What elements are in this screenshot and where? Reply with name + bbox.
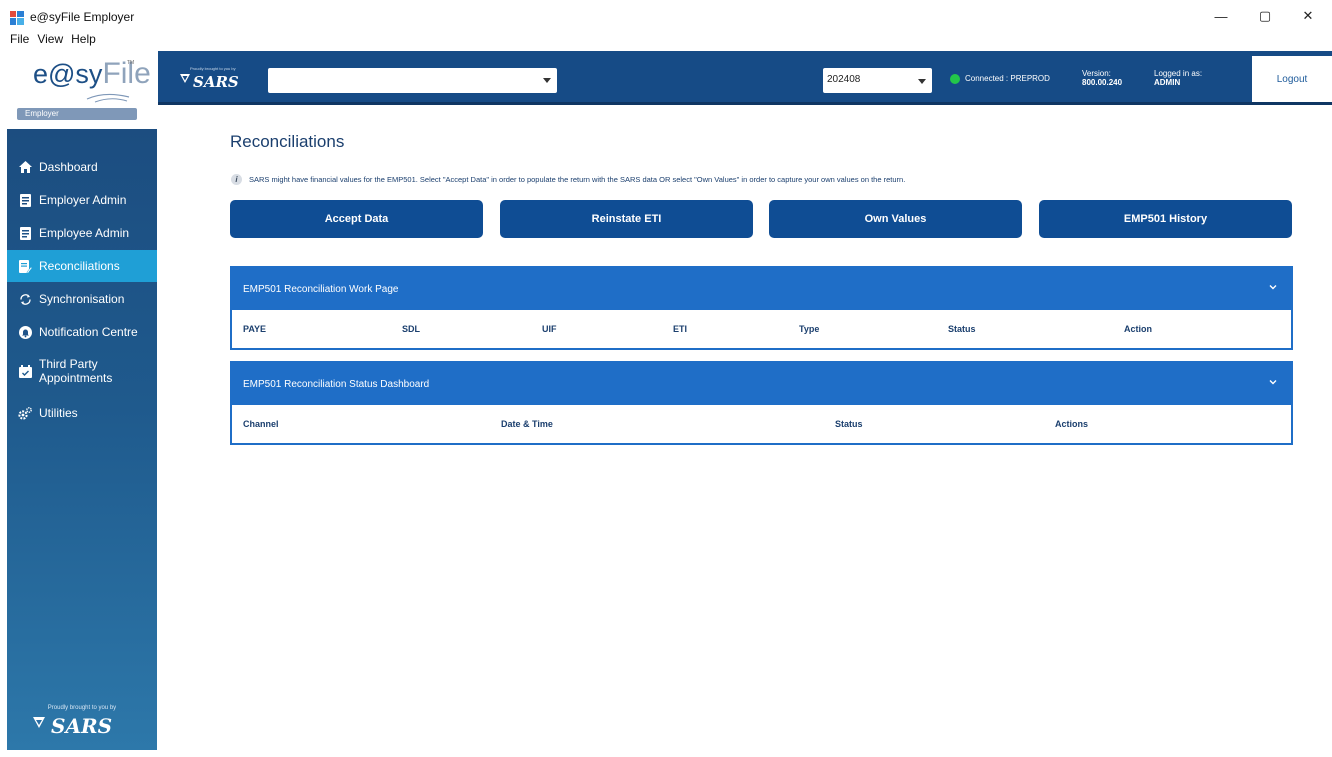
window-title: e@syFile Employer <box>30 10 135 24</box>
accept-data-button[interactable]: Accept Data <box>230 200 483 238</box>
close-button[interactable]: ✕ <box>1290 4 1326 28</box>
column-header-channel: Channel <box>243 419 279 429</box>
info-text: SARS might have financial values for the… <box>249 174 906 184</box>
sidebar-item-third-party-appointments[interactable]: Third Party Appointments <box>7 351 157 391</box>
logo-prefix: e@sy <box>33 59 103 89</box>
emp501-history-button[interactable]: EMP501 History <box>1039 200 1292 238</box>
menu-view[interactable]: View <box>37 32 71 50</box>
sidebar-item-label: Reconciliations <box>39 259 120 273</box>
sidebar-item-notification-centre[interactable]: Notification Centre <box>7 316 157 348</box>
column-header-action: Action <box>1124 324 1152 334</box>
period-select-value: 202408 <box>827 74 861 85</box>
status-dashboard-panel: EMP501 Reconciliation Status Dashboard C… <box>230 361 1293 445</box>
sidebar-item-label: Third Party Appointments <box>39 357 112 385</box>
maximize-button[interactable]: ▢ <box>1247 4 1283 28</box>
sidebar-item-utilities[interactable]: Utilities <box>7 397 157 429</box>
logged-in-label: Logged in as: <box>1154 69 1203 78</box>
info-message: i SARS might have financial values for t… <box>231 173 905 185</box>
work-page-columns: PAYE SDL UIF ETI Type Status Action <box>232 310 1291 348</box>
title-bar: e@syFile Employer — ▢ ✕ <box>0 0 1332 32</box>
chevron-down-icon <box>918 79 926 84</box>
info-icon: i <box>231 173 242 185</box>
sidebar-item-label: Notification Centre <box>39 325 138 339</box>
logo-tm: TM <box>127 60 135 66</box>
column-header-eti: ETI <box>673 324 688 334</box>
logo-swoosh-icon <box>86 93 130 103</box>
sidebar-item-employer-admin[interactable]: Employer Admin <box>7 184 157 216</box>
document-edit-icon <box>18 259 32 273</box>
sidebar-item-label-line1: Third Party <box>39 357 98 371</box>
version-label: Version: <box>1082 69 1111 78</box>
sidebar-item-label: Utilities <box>39 406 78 420</box>
status-dashboard-columns: Channel Date & Time Status Actions <box>232 405 1291 443</box>
sidebar-item-label: Dashboard <box>39 160 98 174</box>
gears-icon <box>18 406 32 420</box>
column-header-type: Type <box>799 324 820 334</box>
svg-text:SARS: SARS <box>51 714 112 738</box>
column-header-status: Status <box>835 419 863 429</box>
page-title: Reconciliations <box>230 132 345 151</box>
column-header-status: Status <box>948 324 976 334</box>
sidebar-item-label: Employee Admin <box>39 226 130 240</box>
home-icon <box>18 160 32 174</box>
column-header-sdl: SDL <box>402 324 420 334</box>
logout-button[interactable]: Logout <box>1252 56 1332 102</box>
period-select[interactable]: 202408 <box>823 68 932 93</box>
work-page-title: EMP501 Reconciliation Work Page <box>243 283 399 295</box>
sync-icon <box>18 292 32 306</box>
sidebar-item-synchronisation[interactable]: Synchronisation <box>7 283 157 315</box>
sidebar: Dashboard Employer Admin Employee Admin … <box>7 129 157 750</box>
sidebar-item-label: Synchronisation <box>39 292 125 306</box>
calendar-check-icon <box>18 364 32 378</box>
sars-logo: SARS <box>33 714 112 738</box>
bell-icon <box>18 325 32 339</box>
reinstate-eti-button[interactable]: Reinstate ETI <box>500 200 753 238</box>
column-header-date-time: Date & Time <box>501 419 553 429</box>
svg-text:SARS: SARS <box>193 73 239 91</box>
version-value: 800.00.240 <box>1082 78 1123 87</box>
logo-area: e@syFile TM Employer <box>7 51 157 129</box>
employer-select[interactable] <box>268 68 557 93</box>
sidebar-item-dashboard[interactable]: Dashboard <box>7 151 157 183</box>
sidebar-item-employee-admin[interactable]: Employee Admin <box>7 217 157 249</box>
sidebar-footer-text: Proudly brought to you by <box>47 705 117 711</box>
sidebar-item-reconciliations[interactable]: Reconciliations <box>7 250 157 282</box>
sars-header-logo: SARS <box>180 73 239 91</box>
chevron-down-icon <box>1269 380 1277 385</box>
menu-file[interactable]: File <box>10 32 37 50</box>
column-header-uif: UIF <box>542 324 557 334</box>
column-header-actions: Actions <box>1055 419 1089 429</box>
menu-bar: File View Help <box>0 32 104 50</box>
app-icon <box>10 11 24 25</box>
logged-in-user: ADMIN <box>1154 78 1181 87</box>
work-page-panel-header[interactable]: EMP501 Reconciliation Work Page <box>232 268 1291 310</box>
sidebar-item-label: Employer Admin <box>39 193 127 207</box>
connection-status-icon <box>950 74 960 84</box>
minimize-button[interactable]: — <box>1203 4 1239 28</box>
menu-help[interactable]: Help <box>71 32 104 50</box>
chevron-down-icon <box>543 78 551 83</box>
column-header-paye: PAYE <box>243 324 267 334</box>
connection-status: Connected : PREPROD <box>965 74 1050 83</box>
work-page-panel: EMP501 Reconciliation Work Page PAYE SDL… <box>230 266 1293 350</box>
id-card-icon <box>18 193 32 207</box>
chevron-down-icon <box>1269 285 1277 290</box>
easyfile-logo: e@syFile TM Employer <box>7 51 157 129</box>
logo-badge: Employer <box>17 108 137 120</box>
id-card-icon <box>18 226 32 240</box>
status-dashboard-title: EMP501 Reconciliation Status Dashboard <box>243 378 430 390</box>
sidebar-item-label-line2: Appointments <box>39 371 113 385</box>
own-values-button[interactable]: Own Values <box>769 200 1022 238</box>
app-header: Proudly brought to you by SARS 202408 Co… <box>158 51 1332 105</box>
status-dashboard-panel-header[interactable]: EMP501 Reconciliation Status Dashboard <box>232 363 1291 405</box>
